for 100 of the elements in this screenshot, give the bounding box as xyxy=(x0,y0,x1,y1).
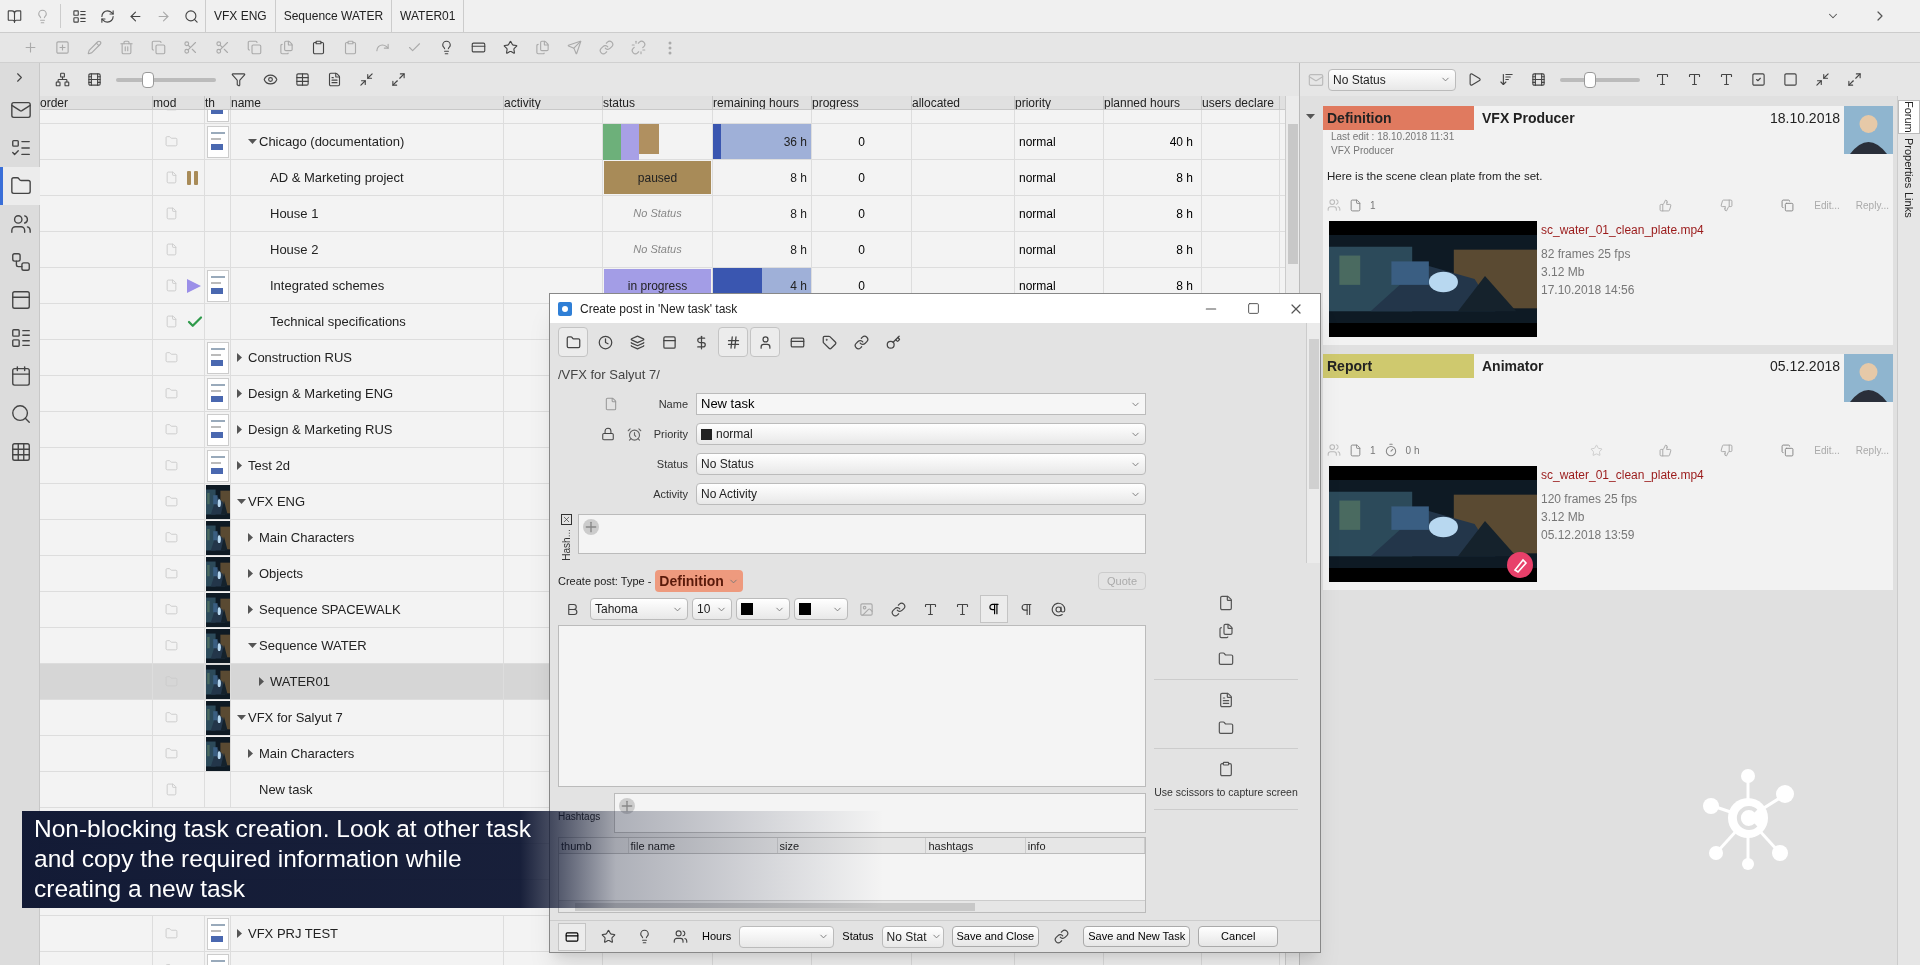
task-name: Design & Marketing ENG xyxy=(248,384,394,403)
task-name: Construction RUS xyxy=(248,348,353,367)
remaining-hours: 4 h xyxy=(790,277,807,295)
planned-hours: 40 h xyxy=(1169,133,1193,151)
column-header[interactable]: mod xyxy=(153,96,205,109)
save-new-button[interactable]: Save and New Task xyxy=(1083,926,1191,947)
status-filter[interactable]: No Status xyxy=(1328,68,1456,91)
column-header[interactable]: file name xyxy=(628,838,778,854)
task-name: VFX ENG xyxy=(248,492,306,511)
field-label: Activity xyxy=(652,486,688,502)
side-tab[interactable]: Links xyxy=(1898,191,1920,218)
column-header[interactable]: remaining hours xyxy=(713,96,812,109)
progress-value: 0 xyxy=(858,241,865,259)
table-row[interactable]: Chicago (documentation) 36 h 0 normal 40 h xyxy=(40,124,1285,160)
status-select[interactable]: No Stat xyxy=(881,925,944,948)
post-date: 05.12.2018 xyxy=(1769,356,1841,376)
font-select[interactable]: Tahoma xyxy=(590,598,688,621)
task-name: VFX PRJ TEST xyxy=(248,924,339,943)
cancel-button[interactable]: Cancel xyxy=(1198,926,1279,947)
capture-hint: Use scissors to capture screen xyxy=(1154,785,1298,800)
file-link[interactable]: sc_water_01_clean_plate.mp4 xyxy=(1541,221,1704,240)
status-label: paused xyxy=(604,161,711,194)
file-info: 3.12 Mb xyxy=(1541,264,1586,282)
hours-label: Hours xyxy=(702,929,732,945)
remaining-hours: 36 h xyxy=(783,133,807,151)
task-name: VFX for Salyut 7 xyxy=(248,708,343,727)
progress-value: 0 xyxy=(858,169,865,187)
column-header[interactable]: hashtags xyxy=(926,838,1026,854)
breadcrumb[interactable]: WATER01 xyxy=(391,0,464,32)
field-label: Name xyxy=(657,396,688,412)
column-header[interactable]: planned hours xyxy=(1104,96,1202,109)
column-header[interactable]: order xyxy=(40,96,153,109)
column-header[interactable]: allocated xyxy=(912,96,1015,109)
side-tab[interactable]: Forum xyxy=(1898,100,1920,134)
select-field[interactable]: No Activity xyxy=(696,483,1146,505)
file-info: 82 frames 25 fps xyxy=(1541,246,1632,264)
hashtags-tab[interactable]: Hash... xyxy=(558,528,574,561)
post-date: 18.10.2018 xyxy=(1769,108,1841,128)
priority-value: normal xyxy=(1019,205,1056,223)
caption-text: Non-blocking task creation. Look at other task and copy the required information while creating a new task xyxy=(34,814,533,904)
progress-value: 0 xyxy=(858,277,865,295)
progress-value: 0 xyxy=(858,133,865,151)
quote-button: Quote xyxy=(1098,572,1146,591)
task-name: WATER01 xyxy=(270,672,330,691)
post-author: Animator xyxy=(1481,356,1545,376)
post-text: Here is the scene clean plate from the set. xyxy=(1326,169,1544,184)
breadcrumb[interactable]: Sequence WATER xyxy=(274,0,392,32)
status-label: Status xyxy=(842,929,874,945)
task-name: AD & Marketing project xyxy=(270,168,404,187)
file-link[interactable]: sc_water_01_clean_plate.mp4 xyxy=(1541,466,1704,485)
column-header[interactable]: info xyxy=(1025,838,1145,854)
column-header[interactable]: activity xyxy=(504,96,603,109)
column-header[interactable]: name xyxy=(231,96,504,109)
column-header[interactable]: progress xyxy=(812,96,912,109)
column-header[interactable]: users declare xyxy=(1202,96,1280,109)
files-count: 1 xyxy=(1370,198,1376,213)
status-label: No Status xyxy=(632,242,683,258)
column-header[interactable]: th xyxy=(205,96,231,109)
task-name: Design & Marketing RUS xyxy=(248,420,393,439)
files-count: 1 xyxy=(1370,443,1376,458)
select-field[interactable]: No Status xyxy=(696,453,1146,475)
task-path: /VFX for Salyut 7/ xyxy=(558,366,661,384)
task-name: New task xyxy=(259,780,313,799)
column-header[interactable]: size xyxy=(777,838,927,854)
table-row[interactable]: House 1 No Status 8 h 0 normal 8 h xyxy=(40,196,1285,232)
remaining-hours: 8 h xyxy=(790,241,807,259)
table-row[interactable]: House 2 No Status 8 h 0 normal 8 h xyxy=(40,232,1285,268)
breadcrumb[interactable]: VFX ENG xyxy=(205,0,275,32)
priority-value: normal xyxy=(1019,169,1056,187)
task-name: Main Characters xyxy=(259,528,355,547)
progress-value: 0 xyxy=(858,205,865,223)
planned-hours: 8 h xyxy=(1176,241,1193,259)
file-info: 120 frames 25 fps xyxy=(1541,491,1639,509)
field-label: Status xyxy=(655,456,688,472)
planned-hours: 8 h xyxy=(1176,205,1193,223)
table-row[interactable]: AD & Marketing project paused 8 h 0 normal 8 h xyxy=(40,160,1285,196)
task-name: Main Characters xyxy=(259,744,355,763)
side-tab[interactable]: Properties xyxy=(1898,137,1920,188)
task-name: Chicago (documentation) xyxy=(259,132,405,151)
edit-info: VFX Producer xyxy=(1330,144,1395,158)
select-field[interactable]: normal xyxy=(696,423,1146,445)
edit-info: Last edit : 18.10.2018 11:31 xyxy=(1330,130,1456,144)
task-name: Objects xyxy=(259,564,304,583)
priority-value: normal xyxy=(1019,133,1056,151)
post-type-dropdown[interactable]: Definition xyxy=(655,570,743,593)
name-field[interactable]: New task xyxy=(696,393,1146,415)
file-info: 05.12.2018 13:59 xyxy=(1541,527,1636,545)
column-header[interactable]: status xyxy=(603,96,713,109)
priority-value: normal xyxy=(1019,241,1056,259)
task-name: Sequence WATER xyxy=(259,636,367,655)
save-close-button[interactable]: Save and Close xyxy=(951,926,1040,947)
task-name: House 2 xyxy=(270,240,319,259)
remaining-hours: 8 h xyxy=(790,169,807,187)
task-name: Sequence SPACEWALK xyxy=(259,600,401,619)
font-size-select[interactable]: 10 xyxy=(692,598,732,621)
hashtags-label: Hashtags xyxy=(558,810,602,825)
status-label: No Status xyxy=(632,206,683,222)
column-header[interactable]: priority xyxy=(1015,96,1104,109)
planned-hours: 8 h xyxy=(1176,277,1193,295)
post-author: VFX Producer xyxy=(1481,108,1576,128)
